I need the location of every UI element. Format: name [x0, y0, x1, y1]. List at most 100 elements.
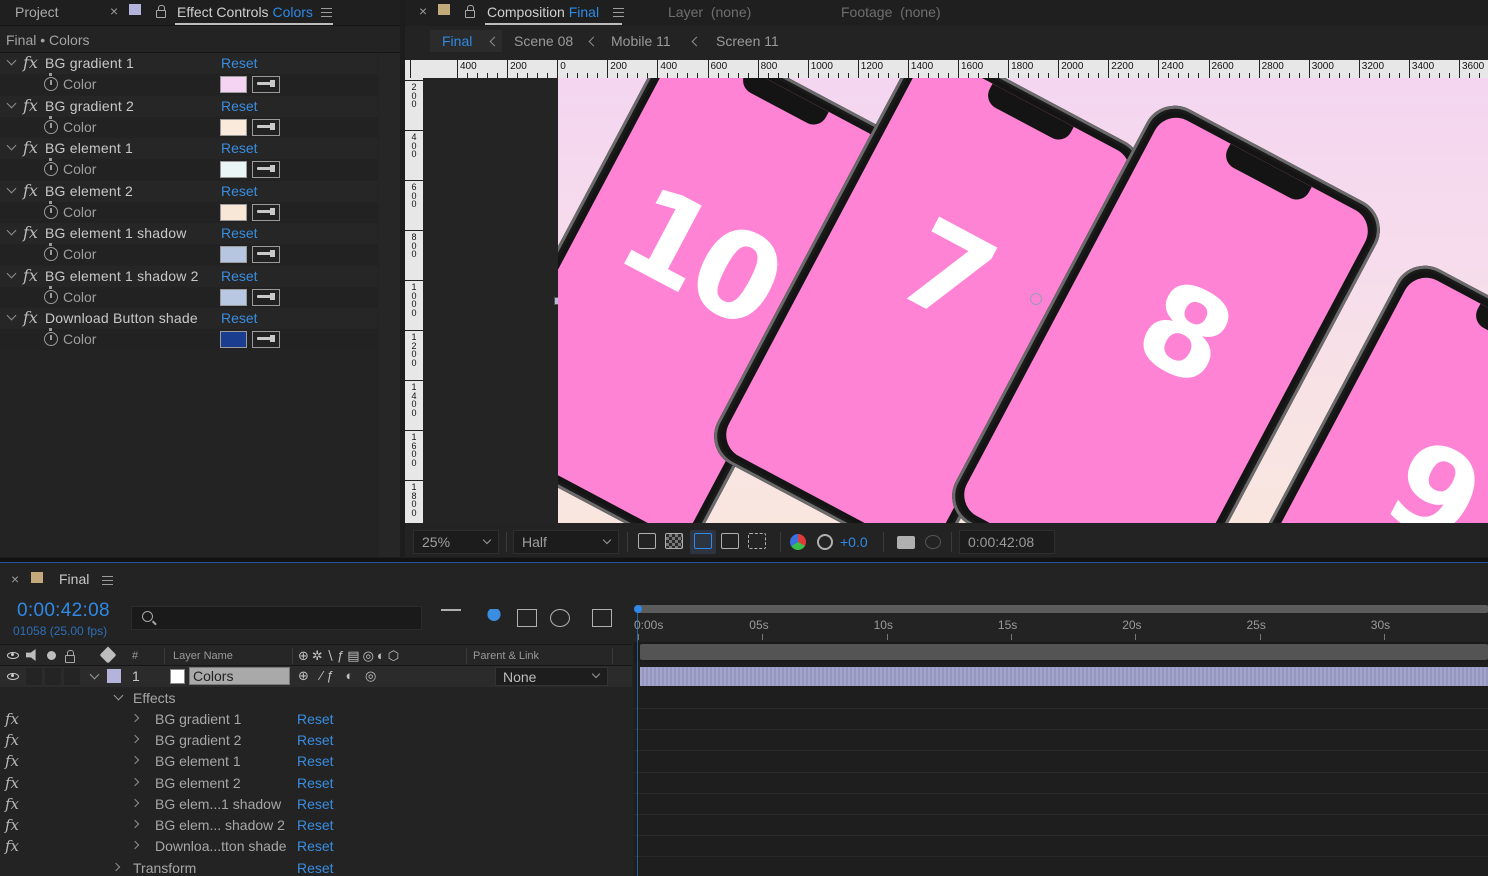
tab-project[interactable]: Project — [15, 4, 59, 20]
reset-link[interactable]: Reset — [297, 775, 334, 791]
column-layer-name-header[interactable]: Layer Name — [173, 650, 233, 662]
color-swatch[interactable] — [220, 161, 247, 178]
transparency-grid-icon[interactable] — [665, 533, 683, 549]
video-eye-icon[interactable] — [7, 652, 19, 659]
fx-toggle-icon[interactable]: fx — [23, 266, 38, 285]
fx-toggle-icon[interactable]: fx — [5, 710, 19, 728]
tab-layer[interactable]: Layer (none) — [668, 4, 751, 20]
anchor-point-icon[interactable] — [1030, 293, 1042, 305]
fast-previews-icon[interactable] — [638, 533, 656, 549]
work-area-bar[interactable] — [637, 605, 1488, 613]
panel-menu-icon[interactable] — [321, 8, 332, 17]
timeline-effect-row[interactable]: fx Downloa...tton shade Reset — [0, 836, 632, 857]
region-of-interest-icon[interactable] — [721, 533, 739, 549]
transform-group-row[interactable]: Transform Reset — [0, 858, 632, 876]
layer-duration-bar[interactable] — [640, 667, 1488, 686]
timeline-effect-row[interactable]: fx BG gradient 2 Reset — [0, 730, 632, 751]
vertical-ruler[interactable]: 200 400 600 800 1000 1200 1400 1600 1800 — [405, 78, 423, 523]
reset-link[interactable]: Reset — [221, 268, 258, 284]
graph-editor-icon[interactable] — [592, 609, 612, 627]
lock-icon[interactable] — [65, 650, 75, 663]
reset-link[interactable]: Reset — [221, 310, 258, 326]
reset-link[interactable]: Reset — [297, 753, 334, 769]
stopwatch-icon[interactable] — [44, 200, 58, 219]
fx-toggle-icon[interactable]: fx — [5, 774, 19, 792]
breadcrumb-item[interactable]: Final — [442, 33, 472, 49]
chevron-down-icon[interactable] — [113, 690, 124, 701]
effect-row[interactable]: fx Download Button shade Reset — [0, 308, 378, 329]
tab-composition[interactable]: Composition Final — [487, 4, 599, 20]
color-channels-icon[interactable] — [790, 534, 806, 550]
color-swatch[interactable] — [220, 76, 247, 93]
layer-label-color[interactable] — [107, 669, 121, 683]
frame-blending-icon[interactable] — [517, 609, 537, 627]
reset-link[interactable]: Reset — [221, 183, 258, 199]
breadcrumb-item[interactable]: Scene 08 — [514, 33, 573, 49]
timeline-effect-row[interactable]: fx BG element 1 Reset — [0, 751, 632, 772]
chevron-right-icon[interactable] — [130, 713, 140, 723]
effect-row[interactable]: fx BG element 2 Reset — [0, 180, 378, 202]
zoom-dropdown[interactable]: 25% — [413, 530, 499, 554]
close-icon[interactable]: × — [11, 571, 19, 587]
eyedropper-icon[interactable] — [252, 203, 280, 221]
chevron-down-icon[interactable] — [6, 310, 17, 321]
eyedropper-icon[interactable] — [252, 288, 280, 306]
fx-toggle-icon[interactable]: fx — [23, 138, 38, 157]
panel-menu-icon[interactable] — [102, 576, 113, 585]
effect-row[interactable]: fx BG gradient 1 Reset — [0, 53, 378, 74]
audio-icon[interactable] — [26, 649, 36, 661]
solo-toggle[interactable] — [45, 668, 61, 685]
timeline-effect-row[interactable]: fx BG element 2 Reset — [0, 773, 632, 794]
stopwatch-icon[interactable] — [44, 115, 58, 134]
chevron-down-icon[interactable] — [6, 268, 17, 278]
chevron-down-icon[interactable] — [89, 669, 100, 680]
lock-toggle[interactable] — [64, 668, 80, 685]
chevron-right-icon[interactable] — [111, 862, 121, 872]
reset-link[interactable]: Reset — [221, 140, 258, 156]
composition-mini-flowchart-icon[interactable] — [441, 609, 461, 627]
eyedropper-icon[interactable] — [252, 118, 280, 136]
fx-toggle-icon[interactable]: fx — [5, 837, 19, 855]
current-time-indicator[interactable] — [634, 605, 642, 613]
fx-toggle-icon[interactable]: fx — [5, 816, 19, 834]
stopwatch-icon[interactable] — [44, 73, 58, 91]
chevron-down-icon[interactable] — [6, 55, 17, 66]
color-swatch[interactable] — [220, 288, 247, 306]
solo-icon[interactable] — [47, 651, 56, 660]
fx-toggle-icon[interactable]: fx — [23, 96, 38, 115]
transform-reset-link[interactable]: Reset — [297, 860, 334, 876]
parent-link-dropdown[interactable]: None — [495, 667, 608, 686]
layer-visibility-eye-icon[interactable] — [7, 673, 19, 680]
color-swatch[interactable] — [220, 331, 247, 348]
fx-toggle-icon[interactable]: fx — [5, 752, 19, 770]
fx-toggle-icon[interactable]: fx — [23, 308, 38, 327]
fx-toggle-icon[interactable]: fx — [5, 795, 19, 813]
chevron-down-icon[interactable] — [6, 183, 17, 193]
chevron-right-icon[interactable] — [130, 734, 140, 744]
lock-icon[interactable] — [156, 5, 166, 18]
close-icon[interactable]: × — [110, 3, 118, 19]
breadcrumb-item[interactable]: Screen 11 — [716, 33, 779, 49]
layer-search-input[interactable] — [131, 606, 422, 630]
chevron-right-icon[interactable] — [130, 756, 140, 765]
current-time-display[interactable]: 0:00:42:08 — [959, 530, 1055, 554]
chevron-down-icon[interactable] — [6, 225, 17, 236]
stopwatch-icon[interactable] — [44, 285, 58, 304]
effect-row[interactable]: fx BG gradient 2 Reset — [0, 95, 378, 117]
show-snapshot-icon[interactable] — [925, 535, 941, 549]
effect-row[interactable]: fx BG element 1 shadow 2 Reset — [0, 265, 378, 287]
shy-layers-icon[interactable] — [484, 609, 504, 627]
lock-icon[interactable] — [465, 5, 475, 18]
effects-group-row[interactable]: Effects — [0, 688, 632, 709]
fx-toggle-icon[interactable]: fx — [5, 731, 19, 749]
color-swatch[interactable] — [220, 203, 247, 221]
composition-canvas[interactable]: 10 7 8 9 — [558, 78, 1488, 523]
label-tag-icon[interactable] — [99, 646, 117, 664]
reset-link[interactable]: Reset — [297, 711, 334, 727]
horizontal-ruler[interactable]: 400 200 0 200 400 600 800 1000 1200 1400 1600 1800 2… — [405, 60, 1488, 78]
eyedropper-icon[interactable] — [252, 331, 280, 348]
resolution-dropdown[interactable]: Half — [513, 530, 619, 554]
color-swatch[interactable] — [220, 246, 247, 263]
timeline-effect-row[interactable]: fx BG gradient 1 Reset — [0, 709, 632, 730]
timeline-effect-row[interactable]: fx BG elem...1 shadow Reset — [0, 794, 632, 815]
